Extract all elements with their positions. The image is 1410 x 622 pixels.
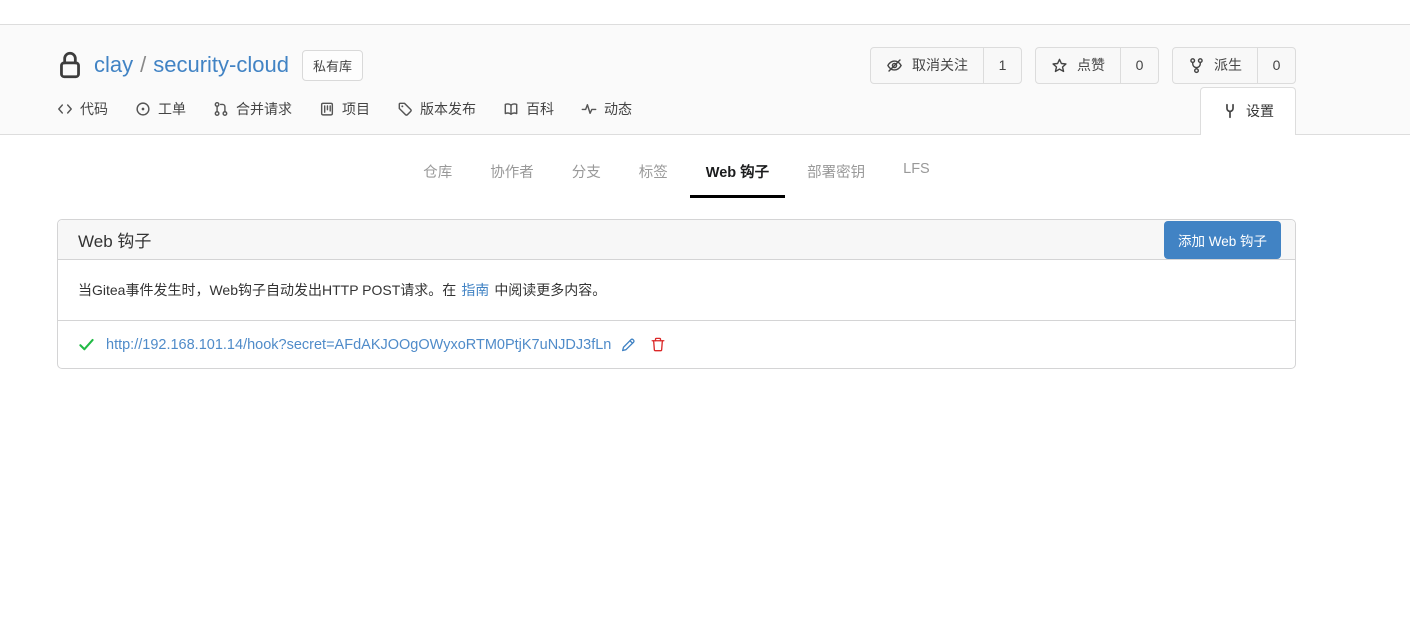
tab-issues-label: 工单: [158, 99, 186, 119]
tab-code[interactable]: 代码: [57, 99, 108, 119]
star-button[interactable]: 点赞: [1036, 48, 1120, 83]
tab-settings-label: 设置: [1246, 101, 1274, 121]
fork-button[interactable]: 派生: [1173, 48, 1257, 83]
tab-wiki-label: 百科: [526, 99, 554, 119]
settings-tab-deploy-keys[interactable]: 部署密钥: [791, 161, 881, 198]
settings-tab-tags[interactable]: 标签: [623, 161, 684, 198]
tab-settings[interactable]: 设置: [1200, 87, 1296, 135]
tab-pull-requests-label: 合并请求: [236, 99, 292, 119]
repo-title: clay / security-cloud: [94, 52, 289, 78]
project-icon: [319, 101, 335, 117]
repo-title-row: clay / security-cloud 私有库: [57, 25, 1296, 85]
webhook-list-item: http://192.168.101.14/hook?secret=AFdAKJ…: [58, 321, 1295, 368]
repo-nav: 代码 工单: [57, 87, 1296, 134]
webhooks-panel: Web 钩子 添加 Web 钩子 当Gitea事件发生时，Web钩子自动发出HT…: [57, 219, 1296, 369]
star-icon: [1051, 57, 1068, 74]
eye-slash-icon: [886, 57, 903, 74]
stars-count[interactable]: 0: [1120, 48, 1158, 83]
repo-actions: 取消关注 1 点赞 0: [870, 47, 1296, 84]
watchers-count[interactable]: 1: [983, 48, 1021, 83]
settings-sub-tabs: 仓库 协作者 分支 标签 Web 钩子 部署密钥 LFS: [57, 135, 1296, 198]
code-icon: [57, 101, 73, 117]
pulse-icon: [581, 101, 597, 117]
webhooks-description-suffix: 中阅读更多内容。: [494, 282, 606, 298]
tab-releases[interactable]: 版本发布: [397, 99, 476, 119]
unwatch-button-group[interactable]: 取消关注 1: [870, 47, 1022, 84]
webhooks-description-text: 当Gitea事件发生时，Web钩子自动发出HTTP POST请求。在: [78, 282, 456, 298]
top-strip: [0, 0, 1410, 24]
guide-link[interactable]: 指南: [461, 282, 489, 298]
issue-icon: [135, 101, 151, 117]
webhooks-description: 当Gitea事件发生时，Web钩子自动发出HTTP POST请求。在指南中阅读更…: [58, 260, 1295, 321]
forks-count[interactable]: 0: [1257, 48, 1295, 83]
webhooks-panel-title: Web 钩子: [78, 227, 151, 252]
settings-content: 仓库 协作者 分支 标签 Web 钩子 部署密钥 LFS Web 钩子 添加 W…: [57, 135, 1296, 369]
star-label: 点赞: [1077, 55, 1105, 75]
tab-projects[interactable]: 项目: [319, 99, 370, 119]
tab-activity-label: 动态: [604, 99, 632, 119]
delete-webhook-trash-icon[interactable]: [650, 336, 666, 353]
settings-tab-repository[interactable]: 仓库: [407, 161, 468, 198]
edit-webhook-pencil-icon[interactable]: [620, 336, 637, 353]
repo-title-separator: /: [140, 52, 146, 78]
tab-releases-label: 版本发布: [420, 99, 476, 119]
settings-tab-lfs[interactable]: LFS: [887, 161, 946, 198]
webhook-success-check-icon: [78, 336, 95, 353]
wrench-icon: [1222, 103, 1238, 119]
fork-icon: [1188, 57, 1205, 74]
add-webhook-button[interactable]: 添加 Web 钩子: [1164, 221, 1281, 259]
webhooks-panel-header: Web 钩子 添加 Web 钩子: [58, 220, 1295, 260]
unwatch-button[interactable]: 取消关注: [871, 48, 983, 83]
fork-label: 派生: [1214, 55, 1242, 75]
webhook-url-link[interactable]: http://192.168.101.14/hook?secret=AFdAKJ…: [106, 337, 611, 353]
book-icon: [503, 101, 519, 117]
tab-pull-requests[interactable]: 合并请求: [213, 99, 292, 119]
tab-wiki[interactable]: 百科: [503, 99, 554, 119]
fork-button-group[interactable]: 派生 0: [1172, 47, 1296, 84]
settings-tab-branches[interactable]: 分支: [556, 161, 617, 198]
repo-name-link[interactable]: security-cloud: [153, 52, 289, 78]
pull-request-icon: [213, 101, 229, 117]
settings-tab-collaborators[interactable]: 协作者: [474, 161, 550, 198]
private-repo-badge: 私有库: [302, 50, 363, 81]
settings-tab-webhooks[interactable]: Web 钩子: [690, 161, 785, 198]
lock-icon: [57, 49, 83, 81]
tag-icon: [397, 101, 413, 117]
tab-issues[interactable]: 工单: [135, 99, 186, 119]
unwatch-label: 取消关注: [912, 55, 968, 75]
tab-activity[interactable]: 动态: [581, 99, 632, 119]
star-button-group[interactable]: 点赞 0: [1035, 47, 1159, 84]
tab-code-label: 代码: [80, 99, 108, 119]
repo-owner-link[interactable]: clay: [94, 52, 133, 78]
tab-projects-label: 项目: [342, 99, 370, 119]
repo-header: clay / security-cloud 私有库: [0, 24, 1410, 135]
